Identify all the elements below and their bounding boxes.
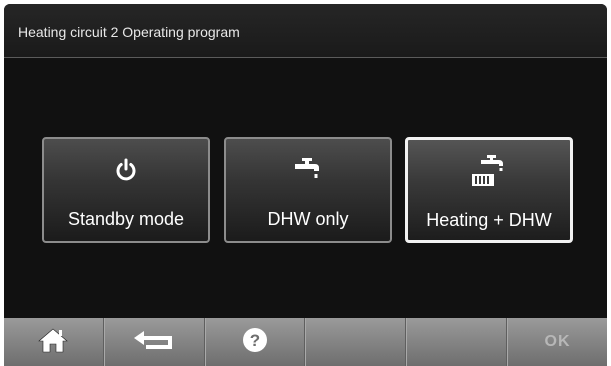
footer-empty-slot-1 xyxy=(305,318,407,366)
back-icon xyxy=(132,329,176,356)
home-button[interactable] xyxy=(4,318,104,366)
heating-dhw-button[interactable]: Heating + DHW xyxy=(405,137,573,243)
radiator-tap-icon xyxy=(408,154,570,188)
standby-mode-button[interactable]: Standby mode xyxy=(42,137,210,243)
ok-label: OK xyxy=(544,333,571,350)
power-icon xyxy=(44,153,208,187)
ok-button[interactable]: OK xyxy=(507,318,607,366)
standby-mode-label: Standby mode xyxy=(67,209,185,229)
dhw-only-button[interactable]: DHW only xyxy=(224,137,392,243)
svg-text:?: ? xyxy=(250,331,260,350)
header-bar: Heating circuit 2 Operating program xyxy=(4,4,607,58)
help-icon: ? xyxy=(242,327,268,358)
dhw-only-label: DHW only xyxy=(267,209,349,229)
back-button[interactable] xyxy=(103,318,205,366)
home-icon xyxy=(38,327,69,358)
display-screen: Heating circuit 2 Operating program Stan… xyxy=(4,4,607,366)
help-button[interactable]: ? xyxy=(204,318,306,366)
footer-empty-slot-2 xyxy=(406,318,508,366)
tap-icon xyxy=(226,153,390,187)
page-title: Heating circuit 2 Operating program xyxy=(18,24,240,40)
heating-dhw-label: Heating + DHW xyxy=(426,210,552,230)
footer-bar: ? OK xyxy=(4,318,607,366)
